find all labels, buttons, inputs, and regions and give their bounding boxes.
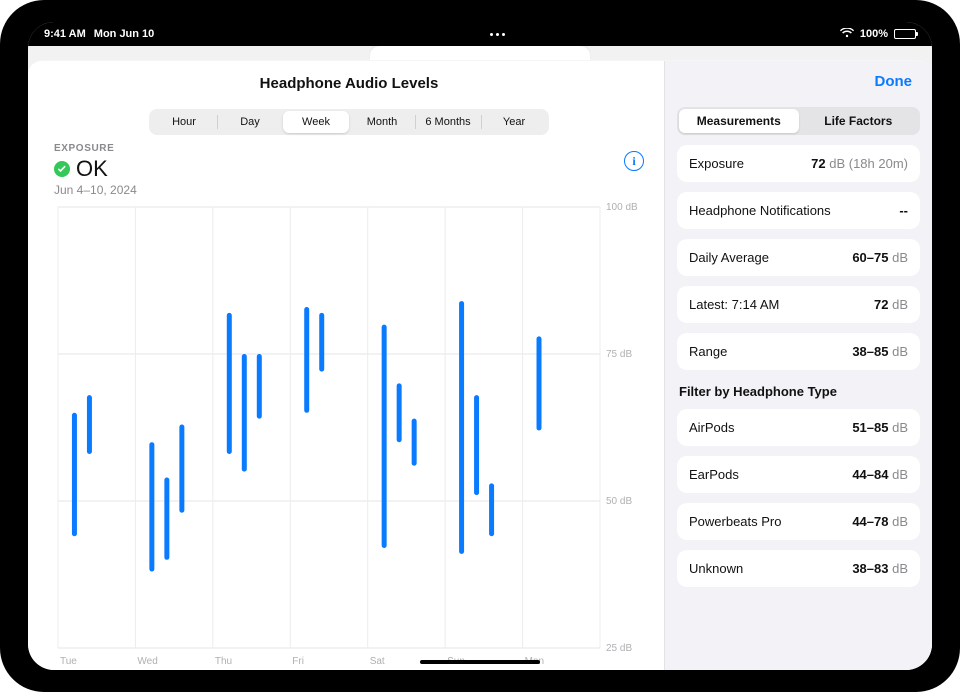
x-tick-thu: Thu [215, 656, 232, 667]
filter-row-1-value: 44–84 [852, 467, 888, 482]
timescale-segmented-control[interactable]: HourDayWeekMonth6 MonthsYear [149, 109, 549, 135]
filter-row-2-unit: dB [888, 514, 908, 529]
bar-sun-0[interactable] [459, 301, 464, 554]
measurement-row-3: Latest: 7:14 AM 72 dB [677, 286, 920, 323]
y-tick-75: 75 dB [606, 349, 632, 360]
filter-row-0-value: 51–85 [852, 420, 888, 435]
wifi-icon [840, 28, 854, 41]
measurement-row-4-unit: dB [888, 344, 908, 359]
measurement-row-3-value: 72 [874, 297, 888, 312]
filter-row-3-label: Unknown [689, 561, 743, 576]
measurement-row-1: Headphone Notifications -- [677, 192, 920, 229]
filter-row-3-value: 38–83 [852, 561, 888, 576]
filter-header: Filter by Headphone Type [679, 384, 918, 399]
filter-row-0-label: AirPods [689, 420, 735, 435]
timescale-week[interactable]: Week [283, 111, 349, 133]
bar-fri-0[interactable] [304, 307, 309, 413]
sidetab-measurements[interactable]: Measurements [679, 109, 799, 133]
sheet-peek [28, 46, 932, 60]
x-tick-tue: Tue [60, 656, 77, 667]
page-title: Headphone Audio Levels [54, 75, 644, 99]
x-tick-sat: Sat [370, 656, 385, 667]
multitask-dots-icon[interactable] [490, 33, 505, 36]
battery-icon [894, 29, 916, 39]
side-segmented-control[interactable]: MeasurementsLife Factors [677, 107, 920, 135]
done-button[interactable]: Done [875, 73, 913, 90]
filter-row-2[interactable]: Powerbeats Pro 44–78 dB [677, 503, 920, 540]
bar-sat-0[interactable] [382, 325, 387, 548]
measurement-row-0-unit: dB (18h 20m) [826, 156, 908, 171]
status-time: 9:41 AM [44, 28, 86, 40]
bar-fri-1[interactable] [319, 313, 324, 372]
measurement-row-1-value: -- [899, 203, 908, 218]
timescale-year[interactable]: Year [481, 111, 547, 133]
content-sheet: Headphone Audio Levels HourDayWeekMonth6… [28, 60, 932, 670]
exposure-status: OK [76, 156, 108, 182]
battery-percent: 100% [860, 28, 888, 40]
bar-sat-2[interactable] [412, 419, 417, 466]
measurement-row-2-unit: dB [888, 250, 908, 265]
bar-thu-0[interactable] [227, 313, 232, 454]
x-tick-wed: Wed [137, 656, 157, 667]
measurement-row-4-value: 38–85 [852, 344, 888, 359]
bar-sun-2[interactable] [489, 483, 494, 536]
y-tick-25: 25 dB [606, 643, 632, 654]
filter-row-3-unit: dB [888, 561, 908, 576]
measurement-row-0: Exposure 72 dB (18h 20m) [677, 145, 920, 182]
chart-area[interactable]: 25 dB50 dB75 dB100 dBTueWedThuFriSatSunM… [54, 203, 644, 670]
exposure-daterange: Jun 4–10, 2024 [54, 183, 644, 197]
measurement-row-4: Range 38–85 dB [677, 333, 920, 370]
measurement-row-3-unit: dB [888, 297, 908, 312]
filter-row-1[interactable]: EarPods 44–84 dB [677, 456, 920, 493]
y-tick-50: 50 dB [606, 496, 632, 507]
timescale-month[interactable]: Month [349, 111, 415, 133]
side-panel: MeasurementsLife Factors Exposure 72 dB (… [664, 61, 932, 670]
bar-thu-1[interactable] [242, 354, 247, 472]
filter-row-1-label: EarPods [689, 467, 739, 482]
measurement-row-1-label: Headphone Notifications [689, 203, 831, 218]
range-chart[interactable]: 25 dB50 dB75 dB100 dBTueWedThuFriSatSunM… [54, 203, 644, 670]
measurement-row-4-label: Range [689, 344, 727, 359]
timescale-hour[interactable]: Hour [151, 111, 217, 133]
bar-wed-1[interactable] [164, 477, 169, 559]
filter-row-1-unit: dB [888, 467, 908, 482]
ipad-frame: 9:41 AM Mon Jun 10 100% Headphone Audio … [0, 0, 960, 692]
measurement-row-0-value: 72 [811, 156, 825, 171]
timescale-day[interactable]: Day [217, 111, 283, 133]
exposure-label: EXPOSURE [54, 143, 644, 154]
measurement-row-2-label: Daily Average [689, 250, 769, 265]
filter-row-3[interactable]: Unknown 38–83 dB [677, 550, 920, 587]
bar-tue-0[interactable] [72, 413, 77, 536]
status-date: Mon Jun 10 [94, 28, 155, 40]
filter-row-2-label: Powerbeats Pro [689, 514, 782, 529]
measurement-row-3-label: Latest: 7:14 AM [689, 297, 779, 312]
measurement-row-0-label: Exposure [689, 156, 744, 171]
bar-wed-0[interactable] [149, 442, 154, 571]
filter-row-2-value: 44–78 [852, 514, 888, 529]
home-indicator[interactable] [420, 660, 540, 664]
filter-row-0-unit: dB [888, 420, 908, 435]
x-tick-fri: Fri [292, 656, 304, 667]
bar-thu-2[interactable] [257, 354, 262, 419]
bar-mon-0[interactable] [537, 336, 542, 430]
sidetab-life-factors[interactable]: Life Factors [799, 109, 919, 133]
main-pane: Headphone Audio Levels HourDayWeekMonth6… [28, 61, 664, 670]
filter-row-0[interactable]: AirPods 51–85 dB [677, 409, 920, 446]
status-bar: 9:41 AM Mon Jun 10 100% [28, 22, 932, 46]
measurement-row-2: Daily Average 60–75 dB [677, 239, 920, 276]
y-tick-100: 100 dB [606, 203, 638, 213]
timescale-6months[interactable]: 6 Months [415, 111, 481, 133]
info-icon[interactable]: i [624, 151, 644, 171]
measurement-row-2-value: 60–75 [852, 250, 888, 265]
checkmark-circle-icon [54, 161, 70, 177]
bar-sat-1[interactable] [397, 383, 402, 442]
bar-sun-1[interactable] [474, 395, 479, 495]
bar-tue-1[interactable] [87, 395, 92, 454]
bar-wed-2[interactable] [179, 425, 184, 513]
screen: 9:41 AM Mon Jun 10 100% Headphone Audio … [28, 22, 932, 670]
